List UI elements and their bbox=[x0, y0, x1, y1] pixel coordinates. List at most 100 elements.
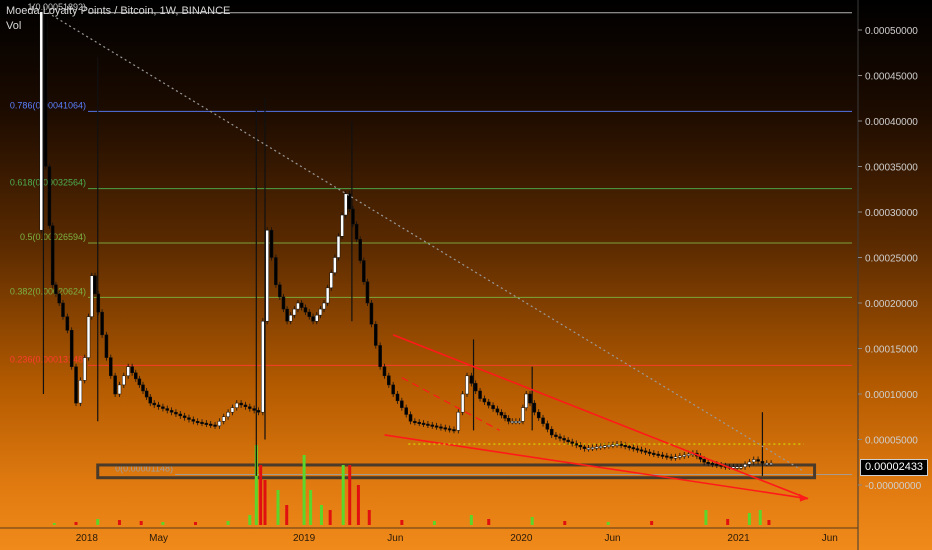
candle-body bbox=[347, 193, 352, 210]
candle-body bbox=[460, 393, 465, 413]
candle-body bbox=[562, 438, 566, 441]
candle-body bbox=[126, 366, 130, 377]
candle-body bbox=[491, 405, 495, 410]
volume-label: Vol bbox=[6, 20, 22, 32]
candle-body bbox=[378, 345, 382, 367]
candle-body bbox=[715, 463, 719, 466]
candle-body bbox=[706, 462, 710, 464]
candle-body bbox=[452, 429, 456, 432]
candle-body bbox=[541, 417, 545, 424]
volume-bar bbox=[139, 521, 143, 525]
candle-body bbox=[130, 366, 134, 374]
candle-body bbox=[430, 424, 435, 427]
candle-body bbox=[325, 287, 330, 304]
volume-bar bbox=[356, 485, 360, 525]
x-tick-label: May bbox=[149, 533, 168, 544]
candle-body bbox=[217, 421, 222, 427]
candle-body bbox=[265, 229, 269, 322]
candle-body bbox=[549, 429, 554, 436]
candle-body bbox=[113, 375, 117, 395]
candle-body bbox=[391, 384, 395, 395]
candle-body bbox=[86, 316, 91, 358]
candle-body bbox=[274, 257, 278, 286]
volume-bar bbox=[341, 465, 345, 525]
candle-body bbox=[395, 393, 400, 402]
candle-body bbox=[456, 411, 461, 431]
candle-body bbox=[582, 446, 587, 449]
candle-body bbox=[134, 372, 138, 380]
candle-body bbox=[252, 408, 256, 411]
candle-body bbox=[362, 260, 366, 283]
candle-body bbox=[665, 455, 669, 458]
trendline-dotted bbox=[47, 12, 805, 472]
candle-body bbox=[191, 419, 196, 422]
candle-body bbox=[673, 456, 678, 459]
candle-body bbox=[200, 421, 204, 424]
volume-bar bbox=[348, 465, 352, 525]
candle-body bbox=[486, 401, 491, 406]
candle-body bbox=[141, 384, 145, 392]
volume-bar bbox=[469, 515, 473, 525]
candle-body bbox=[54, 284, 58, 295]
candle-body bbox=[478, 390, 482, 399]
y-tick-label: 0.00030000 bbox=[865, 208, 918, 219]
candle-body bbox=[756, 459, 760, 462]
candle-body bbox=[109, 357, 113, 377]
candle-body bbox=[285, 308, 289, 322]
candle-body bbox=[43, 11, 48, 167]
candle-body bbox=[369, 302, 374, 325]
y-tick-label: 0.00005000 bbox=[865, 436, 918, 447]
candle-body bbox=[686, 453, 691, 456]
candle-body bbox=[299, 302, 304, 308]
candle-body bbox=[144, 390, 149, 398]
x-tick-label: Jun bbox=[604, 533, 620, 544]
candle-body bbox=[311, 316, 315, 322]
candle-body bbox=[447, 428, 452, 431]
candle-body bbox=[230, 407, 235, 413]
x-tick-label: Jun bbox=[822, 533, 838, 544]
volume-bar bbox=[302, 455, 306, 525]
candle-body bbox=[739, 466, 743, 469]
candle-body bbox=[439, 426, 443, 429]
candle-body bbox=[65, 316, 70, 331]
y-tick-label: 0.00025000 bbox=[865, 254, 918, 265]
candle-body bbox=[303, 307, 308, 313]
candle-body bbox=[517, 421, 522, 424]
candle-body bbox=[90, 275, 94, 317]
volume-bar bbox=[367, 510, 371, 525]
volume-bar bbox=[726, 519, 730, 525]
chart-stage: 1(0.00051892)0.786(0.00041064)0.618(0.00… bbox=[0, 0, 932, 550]
volume-bar bbox=[276, 490, 280, 525]
volume-bar bbox=[193, 522, 197, 525]
candle-body bbox=[643, 450, 648, 453]
volume-bar bbox=[432, 521, 436, 525]
candle-body bbox=[343, 193, 348, 216]
candle-body bbox=[743, 464, 747, 468]
fib-level-label: 0.382(0.00020624) bbox=[10, 286, 86, 296]
candle-body bbox=[208, 423, 213, 426]
x-tick-label: 2018 bbox=[76, 533, 99, 544]
candle-body bbox=[307, 311, 312, 317]
candle-body bbox=[499, 411, 504, 416]
candle-body bbox=[61, 302, 65, 317]
candle-body bbox=[96, 293, 101, 313]
candle-body bbox=[93, 275, 97, 295]
candle-body bbox=[465, 375, 469, 395]
candle-body bbox=[495, 408, 500, 413]
candle-body bbox=[566, 439, 570, 443]
candle-body bbox=[204, 422, 209, 425]
candle-body bbox=[148, 396, 152, 404]
candle-body bbox=[226, 411, 230, 418]
candle-body bbox=[117, 384, 122, 395]
volume-bar bbox=[328, 510, 332, 525]
candle-body bbox=[710, 462, 715, 465]
volume-bar bbox=[117, 520, 121, 525]
x-tick-label: Jun bbox=[387, 533, 403, 544]
candle-body bbox=[765, 462, 769, 465]
candle-body bbox=[281, 296, 286, 310]
candle-body bbox=[404, 407, 408, 415]
x-tick-label: 2020 bbox=[510, 533, 533, 544]
candle-body bbox=[137, 378, 142, 386]
candle-body bbox=[400, 400, 404, 408]
price-chart[interactable]: 1(0.00051892)0.786(0.00041064)0.618(0.00… bbox=[0, 0, 932, 550]
